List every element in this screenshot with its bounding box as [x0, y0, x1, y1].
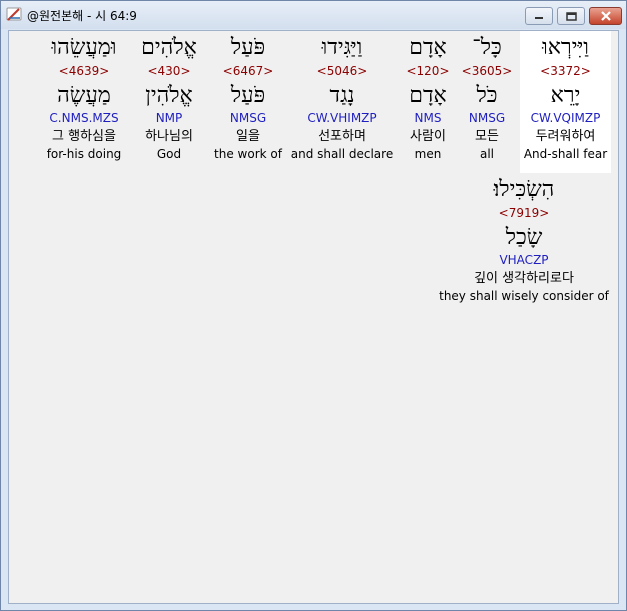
hebrew-lemma: נָגַד: [329, 83, 355, 108]
hebrew-word: פֹּעַל: [230, 35, 266, 60]
strong-number[interactable]: <5046>: [290, 62, 394, 81]
hebrew-lemma: יָרֵא: [550, 83, 581, 108]
korean-gloss: 그 행하심을: [52, 129, 116, 144]
word-column[interactable]: פֹּעַל <6467> פֹּעַל NMSG 일을 the work of: [212, 31, 284, 173]
hebrew-word: אֱלֹהִים: [141, 35, 197, 60]
english-gloss: all: [479, 147, 495, 161]
korean-gloss: 하나님의: [145, 129, 193, 144]
strong-number[interactable]: <7919>: [437, 204, 611, 223]
word-column[interactable]: אָדָם <120> אָדָם NMS 사람이 men: [401, 31, 455, 173]
morphology-code: CW.VQIMZP: [530, 111, 601, 125]
strong-number[interactable]: <6467>: [212, 62, 284, 81]
morphology-code: NMSG: [468, 111, 506, 125]
word-column[interactable]: אֱלֹהִים <430> אֱלֹהִין NMP 하나님의 God: [136, 31, 202, 173]
korean-gloss: 두려워하여: [535, 129, 596, 144]
minimize-button[interactable]: [525, 7, 553, 25]
korean-gloss: 모든: [475, 129, 499, 144]
korean-gloss: 일을: [236, 129, 260, 144]
english-gloss: men: [414, 147, 442, 161]
english-gloss: And-shall fear: [523, 147, 608, 161]
strong-number[interactable]: <4639>: [43, 62, 125, 81]
hebrew-word: הִשְׂכִּילוּ׃: [493, 177, 555, 202]
close-button[interactable]: [589, 7, 622, 25]
english-gloss: for-his doing: [46, 147, 122, 161]
minimize-icon: [535, 17, 543, 19]
hebrew-word: כָּל־: [472, 35, 502, 60]
title-bar[interactable]: @원전본해 - 시 64:9: [1, 1, 626, 29]
strong-number[interactable]: <3372>: [520, 62, 611, 81]
morphology-code: NMP: [155, 111, 183, 125]
hebrew-lemma: פֹּעַל: [230, 83, 266, 108]
english-gloss: they shall wisely consider of: [439, 289, 609, 303]
maximize-icon: [565, 11, 577, 21]
strong-number[interactable]: <430>: [136, 62, 202, 81]
morphology-code: NMSG: [229, 111, 267, 125]
interlinear-panel: וַיִּירְאוּ <3372> יָרֵא CW.VQIMZP 두려워하여…: [8, 30, 619, 604]
korean-gloss: 깊이 생각하리로다: [474, 271, 574, 286]
window-title: @원전본해 - 시 64:9: [27, 9, 137, 23]
word-column[interactable]: הִשְׂכִּילוּ׃ <7919> שָׂכַל VHACZP 깊이 생각…: [437, 173, 611, 315]
strong-number[interactable]: <120>: [401, 62, 455, 81]
hebrew-word: וַיַּגִּידוּ: [321, 35, 363, 60]
word-column[interactable]: וּמַעֲשֵׂהוּ <4639> מַעֲשֶׂה C.NMS.MZS 그…: [43, 31, 125, 173]
hebrew-word: וּמַעֲשֵׂהוּ: [51, 35, 117, 60]
word-column[interactable]: כָּל־ <3605> כֹּל NMSG 모든 all: [461, 31, 513, 173]
strong-number[interactable]: <3605>: [461, 62, 513, 81]
morphology-code: VHACZP: [499, 253, 549, 267]
morphology-code: C.NMS.MZS: [49, 111, 119, 125]
hebrew-word: אָדָם: [409, 35, 447, 60]
morphology-code: CW.VHIMZP: [307, 111, 377, 125]
hebrew-lemma: שָׂכַל: [505, 225, 543, 250]
close-icon: [600, 11, 611, 21]
hebrew-lemma: אָדָם: [409, 83, 447, 108]
app-window: @원전본해 - 시 64:9 וַיִּירְאוּ <3372> יָרֵא …: [0, 0, 627, 611]
english-gloss: the work of: [214, 147, 282, 161]
maximize-button[interactable]: [557, 7, 585, 25]
hebrew-lemma: אֱלֹהִין: [145, 83, 193, 108]
hebrew-lemma: מַעֲשֶׂה: [57, 83, 111, 108]
korean-gloss: 선포하며: [318, 129, 366, 144]
word-column[interactable]: וַיִּירְאוּ <3372> יָרֵא CW.VQIMZP 두려워하여…: [520, 31, 611, 173]
english-gloss: God: [156, 147, 182, 161]
hebrew-word: וַיִּירְאוּ: [542, 35, 589, 60]
korean-gloss: 사람이: [410, 129, 446, 144]
english-gloss: and shall declare: [290, 147, 394, 161]
morphology-code: NMS: [414, 111, 442, 125]
app-icon: [6, 7, 22, 21]
hebrew-lemma: כֹּל: [476, 83, 498, 108]
word-column[interactable]: וַיַּגִּידוּ <5046> נָגַד CW.VHIMZP 선포하며…: [290, 31, 394, 173]
